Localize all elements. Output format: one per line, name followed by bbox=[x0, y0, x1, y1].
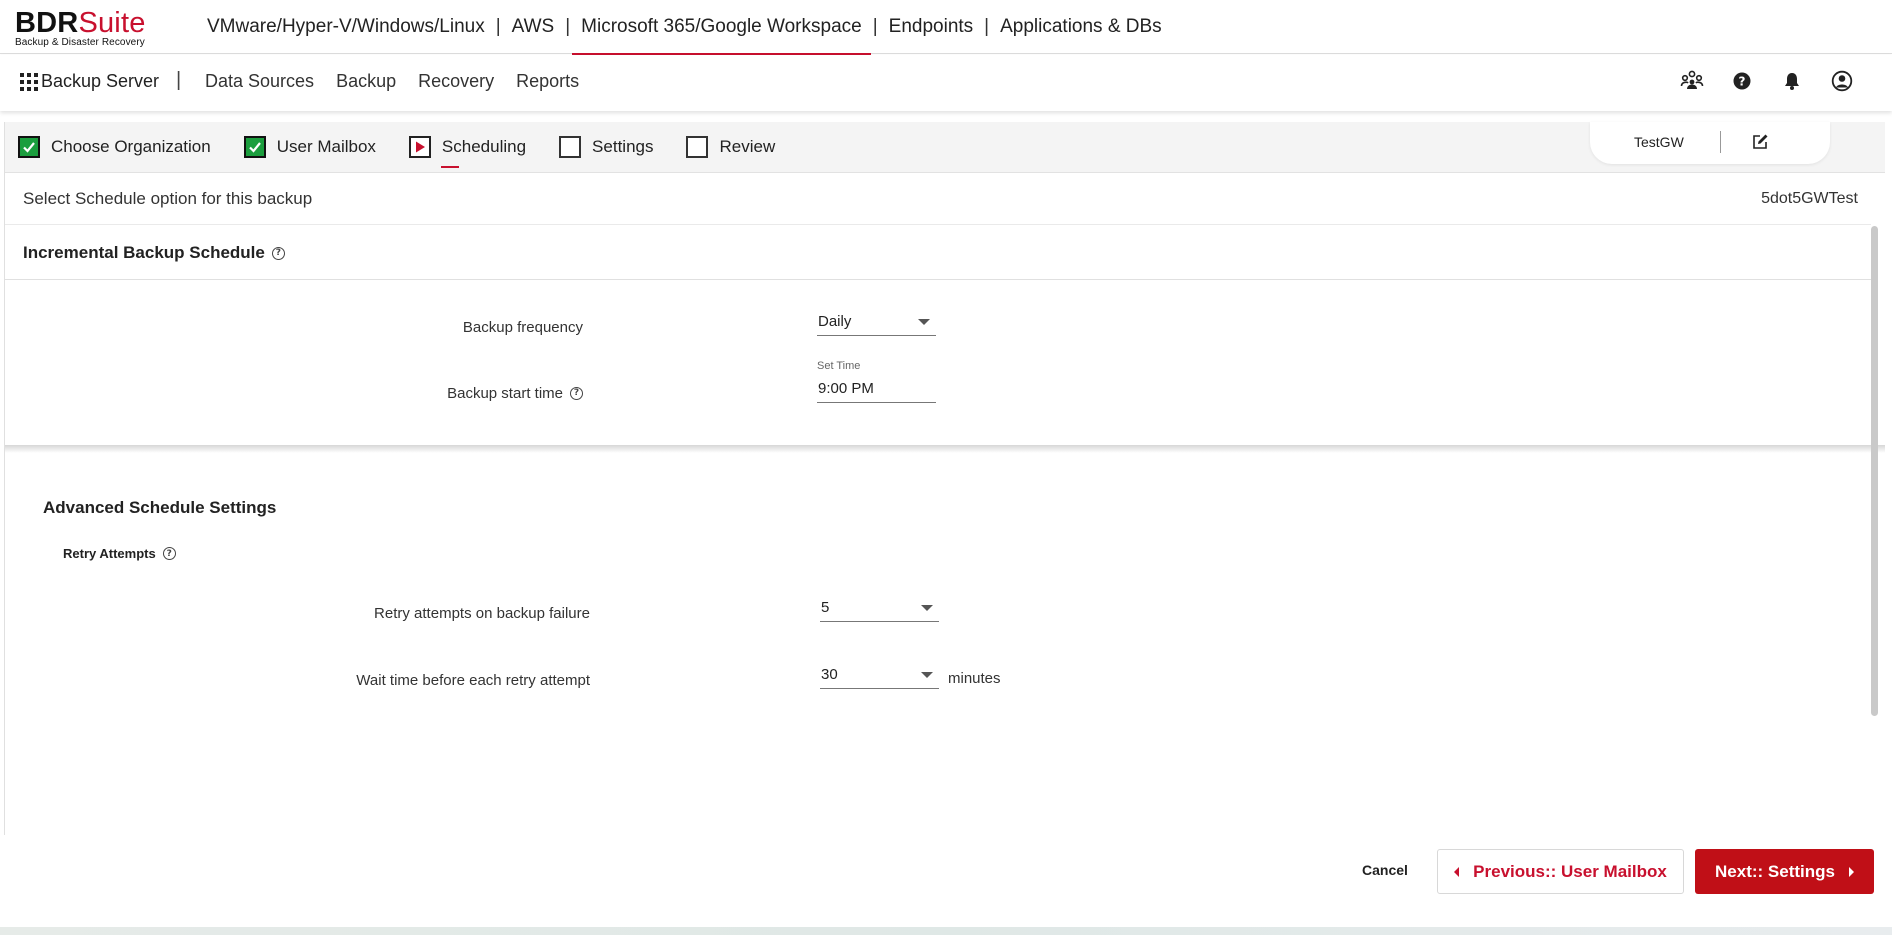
product-tab-applications[interactable]: Applications & DBs bbox=[991, 0, 1171, 54]
check-icon bbox=[18, 136, 40, 158]
job-identifier: 5dot5GWTest bbox=[1761, 190, 1858, 207]
caret-left-icon bbox=[1454, 866, 1460, 877]
previous-button[interactable]: Previous:: User Mailbox bbox=[1437, 849, 1684, 894]
product-bar: BDRSuite Backup & Disaster Recovery VMwa… bbox=[0, 0, 1892, 55]
job-name: TestGW bbox=[1634, 134, 1684, 150]
set-time-float-label: Set Time bbox=[817, 360, 861, 372]
play-icon bbox=[408, 136, 431, 158]
nav-divider: | bbox=[176, 69, 182, 91]
product-tab-m365-google[interactable]: Microsoft 365/Google Workspace bbox=[572, 0, 871, 55]
nav-separator: | bbox=[984, 16, 990, 37]
retry-attempts-label: Retry attempts on backup failure bbox=[374, 604, 590, 622]
bell-icon[interactable] bbox=[1780, 69, 1804, 93]
step-scheduling[interactable]: Scheduling bbox=[408, 136, 526, 158]
nav-separator: | bbox=[495, 16, 501, 37]
check-icon bbox=[243, 136, 266, 158]
apps-grid-icon[interactable] bbox=[20, 73, 38, 91]
step-choose-organization[interactable]: Choose Organization bbox=[18, 136, 211, 158]
empty-checkbox-icon bbox=[559, 136, 582, 158]
users-icon[interactable] bbox=[1680, 69, 1704, 93]
step-review[interactable]: Review bbox=[686, 136, 775, 158]
backup-frequency-label: Backup frequency bbox=[462, 318, 583, 336]
caret-down-icon bbox=[918, 319, 930, 325]
product-tab-aws[interactable]: AWS bbox=[503, 0, 564, 54]
help-icon[interactable]: ? bbox=[1730, 69, 1754, 93]
backup-frequency-select[interactable]: Daily bbox=[817, 309, 936, 336]
step-user-mailbox[interactable]: User Mailbox bbox=[243, 136, 376, 158]
product-tab-vmware[interactable]: VMware/Hyper-V/Windows/Linux bbox=[198, 0, 494, 54]
nav-separator: | bbox=[872, 16, 878, 37]
caret-down-icon bbox=[921, 672, 933, 678]
incremental-schedule-title: Incremental Backup Schedule ? bbox=[23, 243, 285, 263]
product-nav: VMware/Hyper-V/Windows/Linux | AWS | Mic… bbox=[198, 0, 1171, 55]
step-settings[interactable]: Settings bbox=[559, 136, 653, 158]
menu-recovery[interactable]: Recovery bbox=[418, 71, 494, 92]
menu-data-sources[interactable]: Data Sources bbox=[205, 71, 314, 92]
retry-attempts-heading: Retry Attempts ? bbox=[63, 546, 176, 561]
menu-backup[interactable]: Backup bbox=[336, 71, 396, 92]
caret-right-icon bbox=[1848, 866, 1854, 877]
product-tab-endpoints[interactable]: Endpoints bbox=[880, 0, 983, 54]
caret-down-icon bbox=[921, 605, 933, 611]
wait-time-label: Wait time before each retry attempt bbox=[356, 671, 590, 689]
bdrsuite-logo[interactable]: BDRSuite Backup & Disaster Recovery bbox=[15, 8, 146, 48]
logo-tagline: Backup & Disaster Recovery bbox=[15, 37, 145, 48]
wizard-stepper: Choose Organization User Mailbox Schedul… bbox=[5, 122, 1885, 173]
svg-text:?: ? bbox=[1739, 75, 1746, 89]
cancel-button[interactable]: Cancel bbox=[1362, 862, 1408, 878]
help-circle-icon[interactable]: ? bbox=[271, 246, 285, 260]
job-name-tab: TestGW bbox=[1590, 122, 1830, 164]
user-icon[interactable] bbox=[1830, 69, 1854, 93]
edit-icon[interactable] bbox=[1750, 132, 1770, 152]
page-subtitle: Select Schedule option for this backup bbox=[23, 189, 313, 208]
retry-attempts-select[interactable]: 5 bbox=[820, 595, 939, 622]
logo-bdr: BDR bbox=[15, 7, 79, 39]
wait-time-select[interactable]: 30 bbox=[820, 662, 939, 689]
backup-server-label[interactable]: Backup Server bbox=[41, 71, 159, 92]
vertical-scrollbar[interactable] bbox=[1871, 226, 1878, 716]
backup-start-time-label: Backup start time ? bbox=[265, 381, 583, 405]
secondary-nav: Backup Server | Data Sources Backup Reco… bbox=[0, 55, 1892, 111]
help-circle-icon[interactable]: ? bbox=[162, 547, 176, 560]
backup-start-time-input[interactable]: 9:00 PM bbox=[817, 376, 936, 403]
nav-separator: | bbox=[565, 16, 571, 37]
logo-suite: Suite bbox=[78, 7, 146, 39]
main-menu: Data Sources Backup Recovery Reports bbox=[205, 71, 579, 92]
wizard-panel: Choose Organization User Mailbox Schedul… bbox=[4, 122, 1885, 835]
menu-reports[interactable]: Reports bbox=[516, 71, 579, 92]
help-circle-icon[interactable]: ? bbox=[570, 386, 583, 400]
next-button[interactable]: Next:: Settings bbox=[1695, 849, 1874, 894]
advanced-schedule-title: Advanced Schedule Settings bbox=[43, 498, 277, 517]
empty-checkbox-icon bbox=[686, 136, 709, 158]
header-actions: ? bbox=[1680, 69, 1854, 93]
wait-time-units: minutes bbox=[948, 670, 1001, 687]
